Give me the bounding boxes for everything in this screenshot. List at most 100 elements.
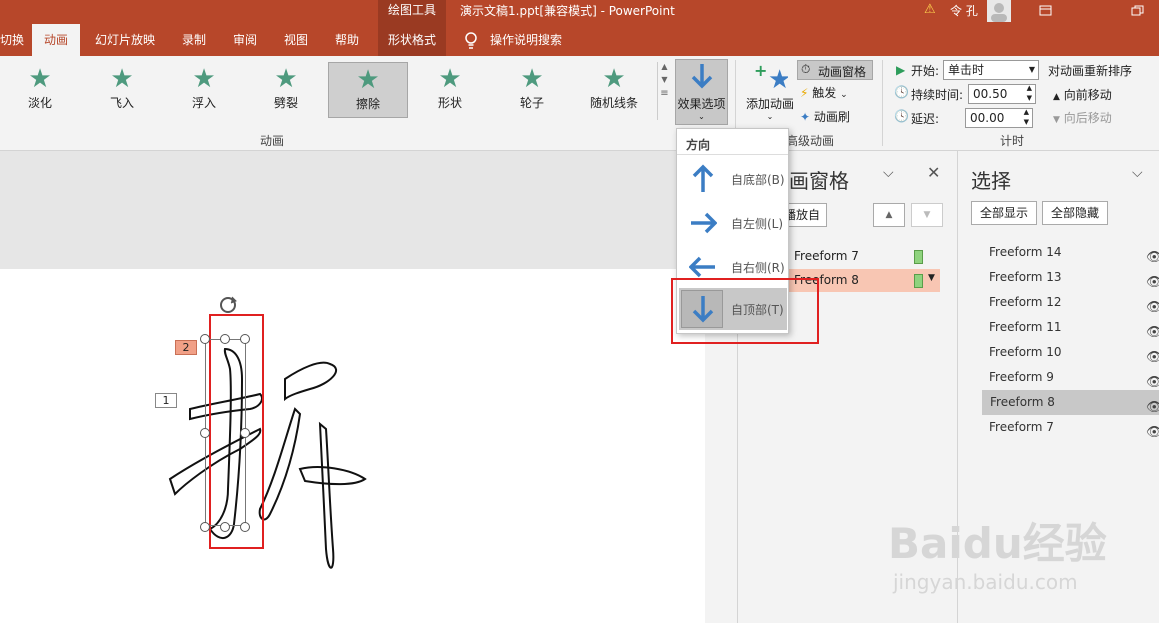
chevron-down-icon[interactable]: ⌵ xyxy=(1132,165,1143,181)
timing-bar xyxy=(914,274,923,288)
gallery-fly-in[interactable]: ★ 飞入 xyxy=(82,62,162,118)
list-item[interactable]: Freeform 7 xyxy=(989,415,1159,440)
gallery-fade[interactable]: ★ 淡化 xyxy=(0,62,80,118)
slide-canvas[interactable]: 2 1 xyxy=(0,269,705,623)
gallery-shape[interactable]: ★ 形状 xyxy=(410,62,490,118)
star-icon: ★ xyxy=(110,64,134,94)
painter-icon: ✦ xyxy=(800,110,811,124)
start-label: 开始: xyxy=(911,64,940,78)
trigger-button[interactable]: ⚡ 触发 ⌄ xyxy=(800,84,848,101)
list-item[interactable]: Freeform 9 xyxy=(989,365,1159,390)
scroll-down-icon[interactable]: ▼ xyxy=(658,75,671,84)
list-item[interactable]: Freeform 14 xyxy=(989,240,1159,265)
gallery-wipe[interactable]: ★ 擦除 xyxy=(328,62,408,118)
chevron-down-icon: ⌄ xyxy=(698,112,705,121)
add-star-icon: ★+ xyxy=(754,61,791,95)
watermark-logo: Baidu经验 xyxy=(888,519,1107,568)
move-later-button[interactable]: ▼ 向后移动 xyxy=(1053,109,1112,126)
add-animation-button[interactable]: ★ + 添加动画 ⌄ xyxy=(744,61,796,121)
chevron-down-icon: ⌄ xyxy=(766,112,774,121)
avatar[interactable] xyxy=(987,0,1011,22)
timing-bar xyxy=(914,250,923,264)
tell-me-search[interactable]: 操作说明搜索 xyxy=(490,24,562,56)
delay-stepper[interactable]: 00.00 ▲ ▼ xyxy=(965,108,1033,128)
gallery-float-in[interactable]: ★ 浮入 xyxy=(164,62,244,118)
direction-from-left[interactable]: 自左侧(L) xyxy=(679,202,787,244)
svg-text:★: ★ xyxy=(768,65,788,92)
watermark-url: jingyan.baidu.com xyxy=(893,570,1078,594)
restore-icon[interactable] xyxy=(1130,4,1146,18)
list-item[interactable]: Freeform 11 xyxy=(989,315,1159,340)
gallery-more-icon[interactable]: ≡ xyxy=(658,88,671,99)
divider xyxy=(677,154,788,155)
animation-painter-button[interactable]: ✦ 动画刷 xyxy=(800,108,850,125)
window-title: 演示文稿1.ppt[兼容模式] - PowerPoint xyxy=(460,4,675,18)
highlight-box xyxy=(671,278,819,344)
start-select[interactable]: 单击时 ▼ xyxy=(943,60,1039,80)
selection-pane-title: 选择 xyxy=(971,169,1011,193)
character-drawing[interactable] xyxy=(150,289,400,589)
direction-from-bottom[interactable]: 自底部(B) xyxy=(679,158,787,200)
tab-animations[interactable]: 动画 xyxy=(32,24,80,56)
animation-tag-2[interactable]: 2 xyxy=(175,340,197,355)
tab-help[interactable]: 帮助 xyxy=(335,24,359,56)
star-icon: ★ xyxy=(28,64,52,94)
anim-item-freeform-7[interactable]: Freeform 7 xyxy=(794,249,859,263)
group-animation-label: 动画 xyxy=(260,134,285,148)
user-name[interactable]: 令 孔 xyxy=(950,2,978,19)
dropdown-header: 方向 xyxy=(686,138,711,152)
hide-all-button[interactable]: 全部隐藏 xyxy=(1042,201,1108,225)
chevron-down-icon: ⌄ xyxy=(840,90,848,100)
show-all-button[interactable]: 全部显示 xyxy=(971,201,1037,225)
title-bar: 演示文稿1.ppt[兼容模式] - PowerPoint ⚠ 令 孔 xyxy=(0,0,1159,24)
animation-pane-button[interactable]: ⏱ 动画窗格 xyxy=(797,60,873,80)
stepper-arrows-icon[interactable]: ▲ ▼ xyxy=(1024,107,1029,127)
tab-review[interactable]: 审阅 xyxy=(233,24,257,56)
resize-handles[interactable] xyxy=(198,291,258,541)
delay-label: 延迟: xyxy=(911,112,940,126)
list-item[interactable]: Freeform 12 xyxy=(989,290,1159,315)
move-up-button[interactable]: ▲ xyxy=(873,203,905,227)
tab-slideshow[interactable]: 幻灯片放映 xyxy=(95,24,155,56)
context-tool-label: 绘图工具 xyxy=(378,0,446,24)
gallery-scrollbar[interactable]: ▲ ▼ ≡ xyxy=(657,62,671,120)
reorder-label: 对动画重新排序 xyxy=(1048,64,1133,78)
scroll-up-icon[interactable]: ▲ xyxy=(658,62,671,71)
list-item-selected[interactable]: Freeform 8 xyxy=(982,390,1159,415)
ribbon-display-icon[interactable] xyxy=(1038,4,1054,18)
animation-pane-title: 画窗格 xyxy=(789,169,849,193)
svg-text:+: + xyxy=(754,62,767,80)
triangle-down-icon: ▼ xyxy=(1053,115,1060,125)
star-icon: ★ xyxy=(602,64,626,94)
gallery-split[interactable]: ★ 劈裂 xyxy=(246,62,326,118)
eye-icons[interactable]: 👁 👁 👁 👁 👁 👁 👁 👁 xyxy=(1146,245,1159,445)
tab-view[interactable]: 视图 xyxy=(284,24,308,56)
user-icon xyxy=(991,3,1007,22)
effect-options-button[interactable]: 效果选项 ⌄ xyxy=(675,59,728,125)
warning-icon[interactable]: ⚠ xyxy=(924,2,936,17)
tab-transitions[interactable]: 切换 xyxy=(0,24,24,56)
delay-clock-icon: 🕓 xyxy=(894,109,909,123)
gallery-wheel[interactable]: ★ 轮子 xyxy=(492,62,572,118)
clock-icon: ⏱ xyxy=(801,62,811,76)
gallery-random-bars[interactable]: ★ 随机线条 xyxy=(574,62,654,118)
star-icon: ★ xyxy=(438,64,462,94)
list-item[interactable]: Freeform 13 xyxy=(989,265,1159,290)
chevron-down-icon[interactable]: ⌵ xyxy=(883,165,894,181)
chevron-down-icon[interactable]: ▼ xyxy=(928,273,935,283)
duration-stepper[interactable]: 00.50 ▲ ▼ xyxy=(968,84,1036,104)
close-icon[interactable]: ✕ xyxy=(927,163,940,182)
ribbon-tab-bar: 切换 动画 幻灯片放映 录制 审阅 视图 帮助 形状格式 操作说明搜索 xyxy=(0,24,1159,56)
arrow-down-icon xyxy=(691,64,712,89)
tab-record[interactable]: 录制 xyxy=(182,24,206,56)
move-earlier-button[interactable]: ▲ 向前移动 xyxy=(1053,86,1112,103)
animation-tag-1[interactable]: 1 xyxy=(155,393,177,408)
tab-shape-format[interactable]: 形状格式 xyxy=(378,24,446,56)
stepper-arrows-icon[interactable]: ▲ ▼ xyxy=(1027,83,1032,103)
list-item[interactable]: Freeform 10 xyxy=(989,340,1159,365)
arrow-up-icon xyxy=(692,164,714,192)
move-down-button[interactable]: ▼ xyxy=(911,203,943,227)
duration-label: 持续时间: xyxy=(911,88,964,102)
star-icon: ★ xyxy=(520,64,544,94)
lightbulb-icon xyxy=(465,32,477,49)
